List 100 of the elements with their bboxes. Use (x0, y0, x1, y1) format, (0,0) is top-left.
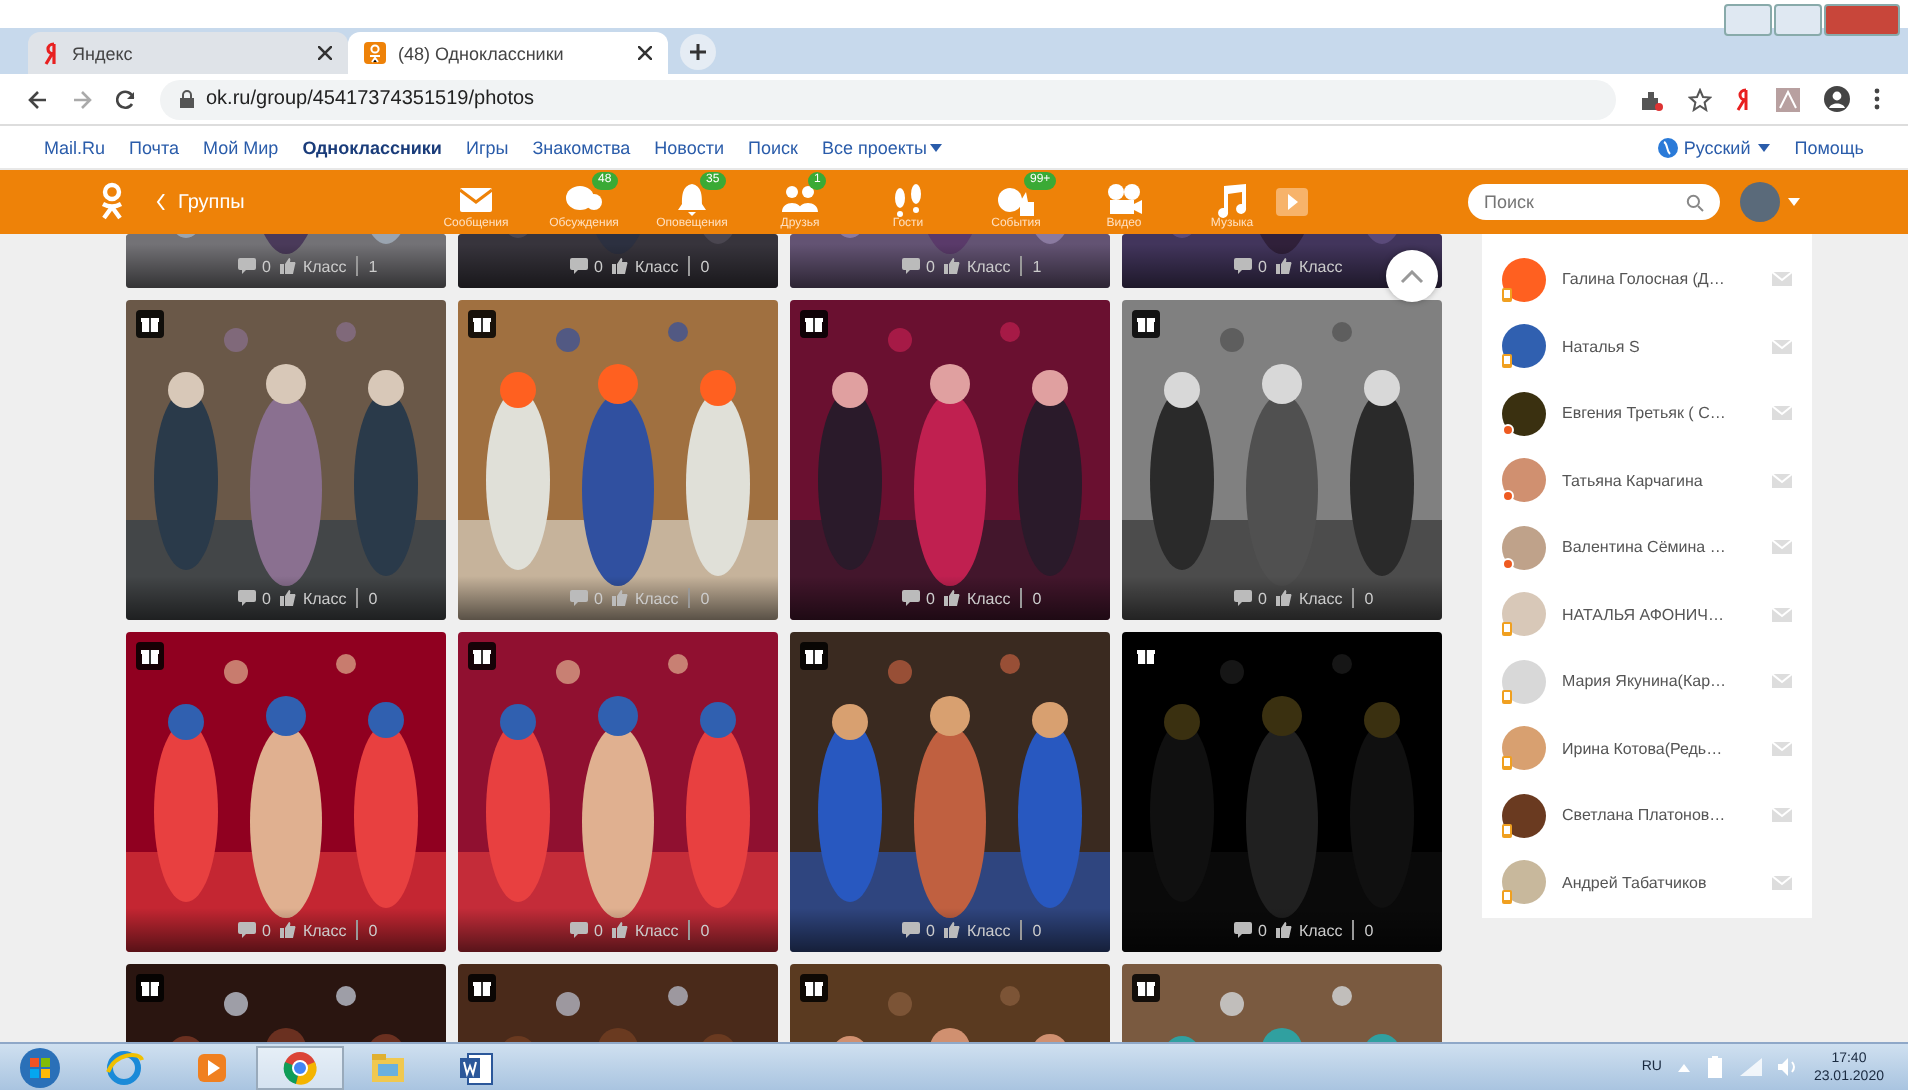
friend-item[interactable]: Ирина Котова(Редь… (1482, 715, 1812, 782)
comment-count[interactable]: 0 (902, 589, 935, 607)
comment-count[interactable]: 0 (238, 921, 271, 939)
like-button[interactable]: Класс (944, 589, 1011, 607)
gift-icon[interactable] (1132, 974, 1160, 1002)
taskbar-app-button[interactable] (256, 1045, 344, 1089)
browser-tab[interactable]: Яндекс (28, 32, 348, 74)
comment-count[interactable]: 0 (238, 589, 271, 607)
friend-item[interactable]: Наталья S (1482, 313, 1812, 380)
maximize-button[interactable] (1774, 4, 1822, 36)
friend-name[interactable]: Татьяна Карчагина (1562, 471, 1756, 490)
friend-name[interactable]: НАТАЛЬЯ АФОНИЧ… (1562, 605, 1756, 624)
extension-icon[interactable] (1640, 87, 1664, 111)
friend-item[interactable]: Светлана Платонов… (1482, 782, 1812, 849)
like-button[interactable]: Класс (612, 921, 679, 939)
gift-icon[interactable] (136, 642, 164, 670)
browser-tab[interactable]: (48) Одноклассники (348, 32, 668, 74)
friend-name[interactable]: Андрей Табатчиков (1562, 873, 1756, 892)
start-button[interactable] (16, 1045, 64, 1089)
avatar (1502, 257, 1546, 302)
back-arrow-icon[interactable] (28, 89, 48, 109)
reload-icon[interactable] (116, 89, 136, 109)
like-count: 0 (1364, 921, 1374, 939)
close-window-button[interactable] (1824, 4, 1900, 36)
friend-name[interactable]: Валентина Сёмина … (1562, 538, 1756, 557)
friend-name[interactable]: Наталья S (1562, 337, 1756, 356)
comment-count[interactable]: 0 (570, 257, 603, 275)
like-button[interactable]: Класс (944, 921, 1011, 939)
friend-name[interactable]: Мария Якунина(Кар… (1562, 672, 1756, 691)
portal-link[interactable]: Поиск (748, 137, 798, 157)
gift-icon[interactable] (136, 310, 164, 338)
pdf-extension-icon[interactable] (1776, 87, 1800, 111)
search-icon[interactable] (1686, 193, 1704, 211)
star-icon[interactable] (1688, 87, 1712, 111)
comment-count[interactable]: 0 (238, 257, 271, 275)
portal-link[interactable]: Мой Мир (203, 137, 279, 157)
portal-link[interactable]: Знакомства (532, 137, 631, 157)
friend-item[interactable]: Галина Голосная (Д… (1482, 246, 1812, 313)
friend-item[interactable]: НАТАЛЬЯ АФОНИЧ… (1482, 581, 1812, 648)
yandex-extension-icon[interactable] (1736, 87, 1752, 111)
portal-link[interactable]: Mail.Ru (44, 137, 106, 157)
comment-count[interactable]: 0 (1234, 921, 1267, 939)
gift-icon[interactable] (1132, 310, 1160, 338)
minimize-button[interactable] (1724, 4, 1772, 36)
search-field[interactable]: Поиск (1468, 184, 1720, 220)
gift-icon[interactable] (800, 974, 828, 1002)
help-link[interactable]: Помощь (1794, 137, 1864, 157)
avatar (1502, 592, 1546, 637)
like-icon (612, 258, 629, 274)
friend-name[interactable]: Ирина Котова(Редь… (1562, 739, 1756, 758)
like-button[interactable]: Класс (1276, 921, 1343, 939)
comment-count[interactable]: 0 (902, 921, 935, 939)
close-icon[interactable] (318, 46, 332, 60)
friend-item[interactable]: Татьяна Карчагина (1482, 447, 1812, 514)
gift-icon[interactable] (800, 642, 828, 670)
new-tab-button[interactable] (680, 34, 716, 70)
avatar[interactable] (1740, 182, 1780, 222)
friend-name[interactable]: Светлана Платонов… (1562, 806, 1756, 825)
like-button[interactable]: Класс (612, 257, 679, 275)
comment-count[interactable]: 0 (1234, 257, 1267, 275)
ok-logo-icon[interactable] (100, 182, 124, 222)
portal-link[interactable]: Новости (654, 137, 724, 157)
comment-count[interactable]: 0 (902, 257, 935, 275)
comment-icon (570, 258, 588, 274)
play-icon[interactable] (1276, 188, 1308, 216)
like-button[interactable]: Класс (944, 257, 1011, 275)
like-button[interactable]: Класс (1276, 589, 1343, 607)
caret-icon[interactable] (1788, 198, 1800, 206)
caret-icon[interactable] (1758, 143, 1771, 151)
friend-item[interactable]: Евгения Третьяк ( С… (1482, 380, 1812, 447)
profile-icon[interactable] (1824, 86, 1850, 112)
like-button[interactable]: Класс (280, 257, 347, 275)
menu-icon[interactable] (1874, 88, 1880, 110)
portal-link[interactable]: Игры (465, 137, 509, 157)
friend-item[interactable]: Андрей Табатчиков (1482, 849, 1812, 916)
comment-count[interactable]: 0 (570, 921, 603, 939)
forward-arrow-icon[interactable] (72, 89, 92, 109)
like-button[interactable]: Класс (1276, 257, 1343, 275)
friend-name[interactable]: Галина Голосная (Д… (1562, 270, 1756, 289)
portal-link[interactable]: Все проекты (821, 137, 927, 157)
address-bar[interactable]: ok.ru/group/45417374351519/photos (160, 79, 1616, 119)
friend-name[interactable]: Евгения Третьяк ( С… (1562, 404, 1756, 423)
gift-icon[interactable] (468, 642, 496, 670)
like-button[interactable]: Класс (280, 921, 347, 939)
portal-link[interactable]: Почта (129, 137, 180, 157)
gift-icon[interactable] (800, 310, 828, 338)
friend-item[interactable]: Мария Якунина(Кар… (1482, 648, 1812, 715)
music-icon (1212, 179, 1252, 217)
comment-count[interactable]: 0 (1234, 589, 1267, 607)
close-icon[interactable] (638, 46, 652, 60)
portal-link[interactable]: Одноклассники (302, 137, 442, 157)
language-link[interactable]: Русский (1683, 137, 1751, 157)
caret-icon[interactable] (930, 143, 943, 151)
friend-item[interactable]: Валентина Сёмина … (1482, 514, 1812, 581)
ok-logo-icon (364, 42, 386, 64)
avatar (1502, 659, 1546, 704)
gift-icon[interactable] (468, 974, 496, 1002)
like-button[interactable]: Класс (280, 589, 347, 607)
gift-icon[interactable] (136, 974, 164, 1002)
gift-icon[interactable] (468, 310, 496, 338)
